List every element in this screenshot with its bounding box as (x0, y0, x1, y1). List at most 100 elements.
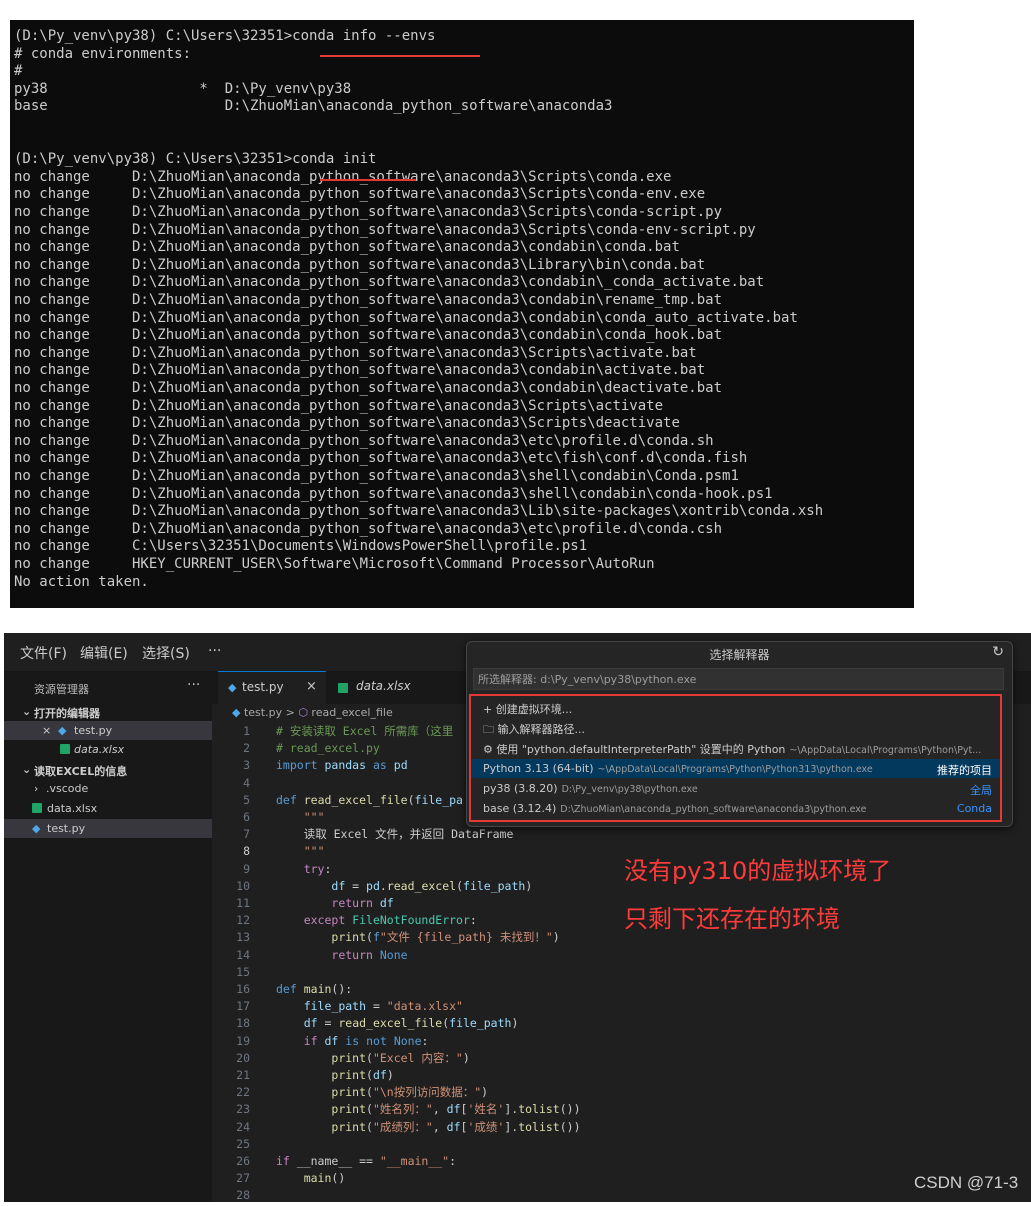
code-line[interactable]: 8 """ (212, 843, 1031, 860)
code-line[interactable]: 15 (212, 964, 1031, 981)
code-line[interactable]: 28 (212, 1187, 1031, 1202)
code-line[interactable]: 13 print(f"文件 {file_path} 未找到！") (212, 929, 1031, 946)
folder-header[interactable]: ⌄ 读取EXCEL的信息 (4, 760, 212, 779)
watermark: CSDN @71-3 (914, 1173, 1019, 1192)
menu-file[interactable]: 文件(F) (20, 643, 67, 663)
code-line[interactable]: 12 except FileNotFoundError: (212, 912, 1031, 929)
code-text: df = pd.read_excel(file_path) (331, 878, 533, 893)
explorer-more-button[interactable]: ··· (187, 677, 200, 693)
code-text: print("成绩列：", df['成绩'].tolist()) (331, 1119, 581, 1134)
terminal-line: no change D:\ZhuoMian\anaconda_python_so… (14, 397, 664, 414)
line-number: 20 (236, 1050, 250, 1065)
line-number: 25 (236, 1136, 250, 1151)
code-line[interactable]: 14 return None (212, 947, 1031, 964)
refresh-icon[interactable]: ↻ (992, 644, 1004, 660)
line-number: 9 (243, 861, 250, 876)
line-number: 2 (243, 741, 250, 756)
tree-item-vscode[interactable]: › .vscode (4, 779, 212, 798)
code-line[interactable]: 10 df = pd.read_excel(file_path) (212, 878, 1031, 895)
tab-test-py[interactable]: ◆ test.py × (218, 671, 326, 705)
line-number: 22 (236, 1085, 250, 1100)
line-number: 4 (243, 775, 250, 790)
option-label: ⚙ 使用 "python.defaultInterpreterPath" 设置中… (483, 743, 982, 757)
interpreter-option[interactable]: py38 (3.8.20) D:\Py_venv\py38\python.exe 全… (471, 779, 1000, 798)
menu-more[interactable]: ··· (208, 643, 221, 659)
code-line[interactable]: 11 return df (212, 895, 1031, 912)
code-line[interactable]: 16 def main(): (212, 981, 1031, 998)
interpreter-option[interactable]: base (3.12.4) D:\ZhuoMian\anaconda_python… (471, 799, 1000, 818)
menu-edit[interactable]: 编辑(E) (80, 643, 128, 663)
terminal-line: no change D:\ZhuoMian\anaconda_python_so… (14, 503, 824, 520)
interpreter-list: + 创建虚拟环境... 🗀 输入解释器路径... ⚙ 使用 "python.defa… (469, 694, 1002, 822)
interpreter-option[interactable]: Python 3.13 (64-bit) ~\AppData\Local\Prog… (471, 758, 1000, 778)
tree-item-data-xlsx[interactable]: data.xlsx (4, 799, 212, 818)
excel-file-icon (32, 803, 42, 813)
open-editor-data-xlsx[interactable]: data.xlsx (4, 740, 212, 759)
code-text: main() (303, 1171, 346, 1186)
python-file-icon: ◆ (58, 724, 67, 737)
excel-file-icon (60, 744, 70, 754)
code-text: def read_excel_file(file_pa (276, 792, 463, 807)
close-icon[interactable]: × (306, 679, 317, 694)
code-line[interactable]: 22 print("\n按列访问数据：") (212, 1084, 1031, 1101)
interpreter-option[interactable]: ⚙ 使用 "python.defaultInterpreterPath" 设置中… (471, 738, 1000, 757)
code-text: print(df) (331, 1068, 394, 1082)
close-icon[interactable]: × (42, 724, 51, 737)
line-number: 28 (236, 1188, 250, 1202)
terminal-line: no change D:\ZhuoMian\anaconda_python_so… (14, 415, 680, 432)
open-editor-test-py[interactable]: × ◆ test.py (4, 721, 212, 740)
quick-pick-title: 选择解释器 (709, 648, 770, 662)
code-text: print(f"文件 {file_path} 未找到！") (331, 930, 560, 945)
tree-item-test-py[interactable]: ◆ test.py (4, 819, 212, 838)
code-line[interactable]: 17 file_path = "data.xlsx" (212, 998, 1031, 1015)
terminal-line: no change D:\ZhuoMian\anaconda_python_so… (14, 520, 723, 537)
terminal-line: no change D:\ZhuoMian\anaconda_python_so… (14, 274, 765, 291)
option-path: ~\AppData\Local\Programs\Python\Pyt... (789, 745, 982, 757)
code-line[interactable]: 26 if __name__ == "__main__": (212, 1153, 1031, 1170)
open-editors-header[interactable]: ⌄ 打开的编辑器 (4, 702, 212, 721)
line-number: 16 (236, 982, 250, 996)
code-text: if df is not None: (303, 1033, 429, 1048)
terminal-line: no change D:\ZhuoMian\anaconda_python_so… (14, 485, 773, 502)
option-label: base (3.12.4) D:\ZhuoMian\anaconda_python… (483, 802, 867, 815)
chevron-down-icon: ⌄ (22, 705, 32, 718)
code-line[interactable]: 25 (212, 1136, 1031, 1153)
interpreter-quick-pick: 选择解释器 ↻ 所选解释器: d:\Py_venv\py38\python.ex… (466, 641, 1013, 827)
code-line[interactable]: 7 读取 Excel 文件，并返回 DataFrame (212, 826, 1031, 843)
interpreter-option[interactable]: + 创建虚拟环境... (471, 698, 1000, 717)
terminal-line: no change D:\ZhuoMian\anaconda_python_so… (14, 168, 672, 185)
python-file-icon: ◆ (228, 681, 237, 694)
tab-data-xlsx[interactable]: data.xlsx (326, 671, 436, 704)
code-text: df = read_excel_file(file_path) (303, 1016, 519, 1031)
code-line[interactable]: 20 print("Excel 内容：") (212, 1050, 1031, 1067)
breadcrumb-symbol[interactable]: read_excel_file (311, 706, 392, 719)
line-number: 1 (243, 724, 250, 738)
code-line[interactable]: 23 print("姓名列：", df['姓名'].tolist()) (212, 1101, 1031, 1118)
code-line[interactable]: 18 df = read_excel_file(file_path) (212, 1015, 1031, 1032)
terminal-line: no change D:\ZhuoMian\anaconda_python_so… (14, 309, 798, 326)
line-number: 13 (236, 930, 250, 945)
interpreter-option[interactable]: 🗀 输入解释器路径... (471, 718, 1000, 737)
code-text: try: (303, 861, 332, 876)
code-line[interactable]: 24 print("成绩列：", df['成绩'].tolist()) (212, 1119, 1031, 1136)
menu-selection[interactable]: 选择(S) (142, 643, 190, 663)
option-tag: 全局 (970, 783, 992, 797)
code-line[interactable]: 21 print(df) (212, 1067, 1031, 1084)
terminal-line: no change D:\ZhuoMian\anaconda_python_so… (14, 432, 714, 449)
line-number: 23 (236, 1102, 250, 1117)
option-label: Python 3.13 (64-bit) ~\AppData\Local\Prog… (483, 761, 873, 775)
explorer-title: 资源管理器 (34, 683, 89, 696)
code-line[interactable]: 9 try: (212, 861, 1031, 878)
code-text: print("姓名列：", df['姓名'].tolist()) (331, 1102, 581, 1117)
line-number: 15 (236, 964, 250, 979)
interpreter-search-input[interactable]: 所选解释器: d:\Py_venv\py38\python.exe (473, 668, 1004, 690)
terminal-line: base D:\ZhuoMian\anaconda_python_softwar… (14, 98, 613, 115)
breadcrumb-file[interactable]: test.py (244, 706, 282, 719)
option-tag: Conda (956, 802, 992, 815)
breadcrumb-separator: > (285, 706, 295, 719)
python-file-icon: ◆ (232, 706, 241, 719)
code-line[interactable]: 27 main() (212, 1170, 1031, 1187)
terminal-line: No action taken. (14, 573, 149, 590)
code-line[interactable]: 19 if df is not None: (212, 1033, 1031, 1050)
line-number: 11 (236, 896, 250, 910)
